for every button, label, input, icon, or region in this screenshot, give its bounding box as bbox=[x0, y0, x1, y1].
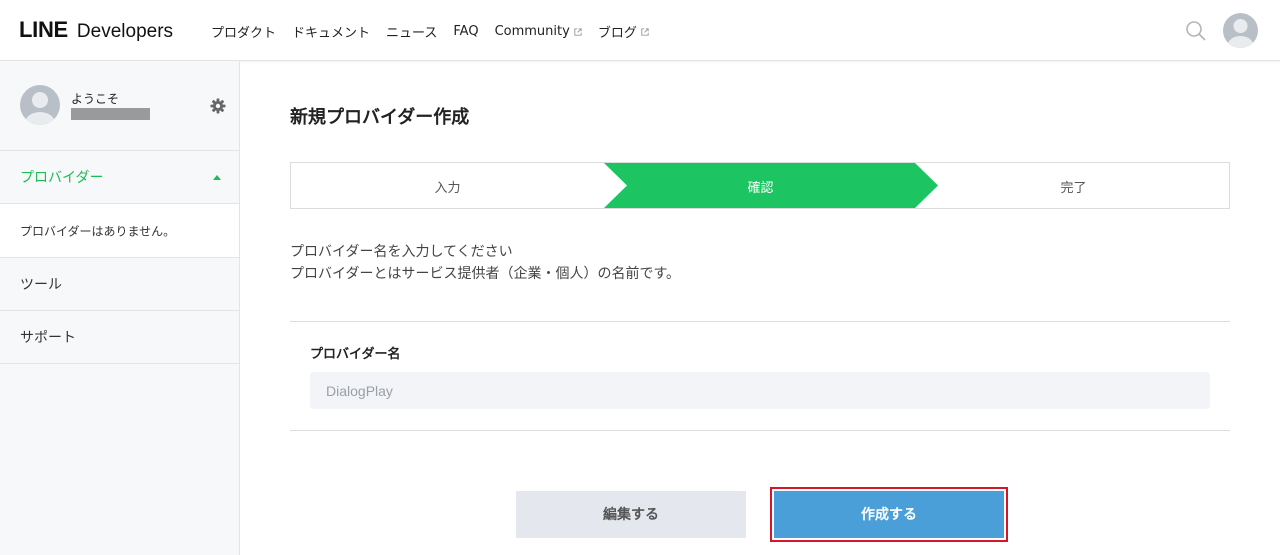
username-redacted bbox=[71, 108, 150, 120]
create-button[interactable]: 作成する bbox=[774, 491, 1004, 538]
user-avatar[interactable] bbox=[1223, 13, 1258, 48]
sidebar-item-support[interactable]: サポート bbox=[0, 311, 239, 364]
main-nav: プロダクト ドキュメント ニュース FAQ Community ブログ bbox=[211, 22, 665, 41]
sidebar-item-tools[interactable]: ツール bbox=[0, 258, 239, 311]
nav-item-blog[interactable]: ブログ bbox=[598, 22, 649, 41]
step-input: 入力 bbox=[434, 181, 461, 196]
divider bbox=[290, 430, 1230, 431]
progress-stepper: 入力 確認 完了 bbox=[290, 162, 1230, 209]
nav-item-products[interactable]: プロダクト bbox=[211, 22, 276, 41]
nav-item-faq[interactable]: FAQ bbox=[453, 22, 478, 41]
provider-name-input[interactable] bbox=[310, 372, 1210, 409]
welcome-text: ようこそ bbox=[71, 92, 120, 106]
provider-empty-message: プロバイダーはありません。 bbox=[0, 204, 239, 258]
page-title: 新規プロバイダー作成 bbox=[290, 107, 470, 128]
logo-developers-text: Developers bbox=[76, 21, 174, 42]
external-link-icon bbox=[641, 27, 649, 36]
description-line-2: プロバイダーとはサービス提供者（企業・個人）の名前です。 bbox=[290, 266, 681, 282]
nav-item-documents[interactable]: ドキュメント bbox=[292, 22, 370, 41]
sidebar: ようこそ プロバイダー プロバイダーはありません。 ツール サポート bbox=[0, 61, 240, 555]
chevron-up-icon bbox=[213, 175, 221, 180]
user-info: ようこそ bbox=[0, 61, 239, 151]
divider bbox=[290, 321, 1230, 322]
top-header: LINE Developers プロダクト ドキュメント ニュース FAQ Co… bbox=[0, 0, 1280, 61]
description: プロバイダー名を入力してください プロバイダーとはサービス提供者（企業・個人）の… bbox=[290, 241, 680, 285]
step-confirm: 確認 bbox=[747, 181, 774, 196]
gear-icon[interactable] bbox=[210, 98, 226, 114]
step-complete: 完了 bbox=[1060, 181, 1087, 196]
line-developers-logo[interactable]: LINE Developers bbox=[19, 17, 173, 43]
sidebar-item-providers[interactable]: プロバイダー bbox=[0, 151, 239, 204]
search-icon[interactable] bbox=[1185, 20, 1207, 42]
avatar-icon bbox=[25, 92, 55, 125]
provider-name-label: プロバイダー名 bbox=[310, 347, 401, 362]
description-line-1: プロバイダー名を入力してください bbox=[290, 244, 513, 260]
logo-line-text: LINE bbox=[19, 17, 68, 42]
external-link-icon bbox=[574, 27, 582, 36]
avatar-icon bbox=[1227, 19, 1254, 48]
nav-item-community[interactable]: Community bbox=[495, 22, 582, 41]
nav-item-news[interactable]: ニュース bbox=[386, 22, 437, 41]
edit-button[interactable]: 編集する bbox=[516, 491, 746, 538]
avatar bbox=[20, 85, 60, 125]
